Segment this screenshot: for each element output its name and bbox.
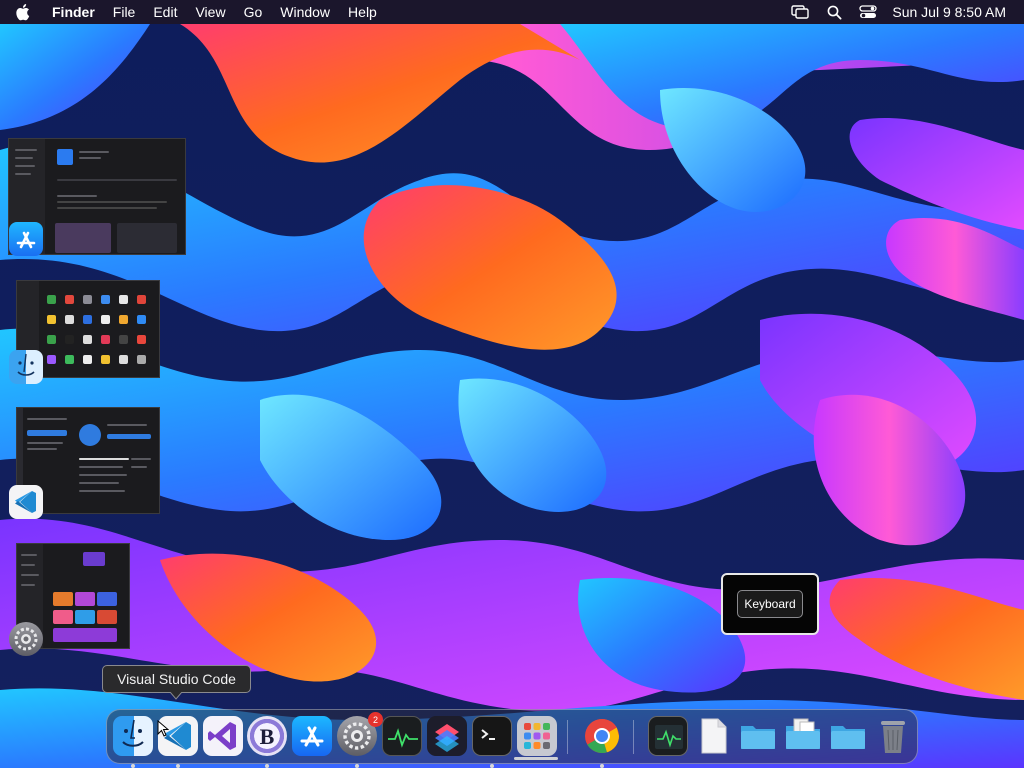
notification-badge: 2 [368, 712, 383, 727]
dock-item-downloads[interactable] [783, 716, 823, 756]
dock-item-shortcuts[interactable] [427, 716, 467, 756]
tooltip-pointer [170, 692, 182, 700]
apple-menu-icon[interactable] [16, 2, 36, 22]
dock-item-folder-2[interactable] [828, 716, 868, 756]
keyboard-button[interactable]: Keyboard [737, 590, 803, 618]
mouse-pointer-icon [157, 720, 169, 737]
running-indicator [176, 764, 180, 768]
running-indicator [131, 764, 135, 768]
menu-edit[interactable]: Edit [153, 0, 177, 24]
downloads-folder-icon [783, 716, 823, 756]
shortcuts-icon [427, 716, 467, 756]
dock-item-bbedit[interactable]: B [247, 716, 287, 768]
launchpad-icon [517, 716, 557, 756]
finder-icon [113, 716, 153, 756]
dock-item-folder-1[interactable] [738, 716, 778, 756]
menu-go[interactable]: Go [244, 0, 263, 24]
desktop-wallpaper [0, 0, 1024, 768]
keyboard-viewer-hud: Keyboard [721, 573, 819, 635]
system-settings-icon [9, 622, 43, 656]
dock-item-visual-studio[interactable] [203, 716, 243, 756]
bbedit-icon: B [247, 716, 287, 756]
menu-help[interactable]: Help [348, 0, 377, 24]
dock-item-document[interactable] [693, 716, 733, 756]
activity-monitor-window-icon [648, 716, 688, 756]
dock-item-finder[interactable] [113, 716, 153, 768]
dock-item-minimized-window[interactable] [648, 716, 688, 756]
dock-item-terminal[interactable] [472, 716, 512, 768]
visual-studio-icon [203, 716, 243, 756]
svg-text:B: B [260, 724, 275, 749]
running-indicator [355, 764, 359, 768]
activity-monitor-icon [382, 716, 422, 756]
terminal-icon [472, 716, 512, 756]
dock-tooltip: Visual Studio Code [102, 665, 251, 693]
dock-item-system-settings[interactable]: 2 [337, 712, 383, 768]
menu-window[interactable]: Window [280, 0, 330, 24]
folder-icon [738, 716, 778, 756]
menu-file[interactable]: File [113, 0, 136, 24]
folder-icon [828, 716, 868, 756]
menu-view[interactable]: View [195, 0, 225, 24]
dock-separator [633, 720, 634, 754]
document-icon [693, 716, 733, 756]
menu-bar-extras: Sun Jul 9 8:50 AM [790, 0, 1024, 24]
menu-bar-clock[interactable]: Sun Jul 9 8:50 AM [892, 4, 1006, 20]
running-indicator [600, 764, 604, 768]
app-store-icon [292, 716, 332, 756]
app-store-icon [9, 222, 43, 256]
dock-item-chrome[interactable] [582, 716, 622, 768]
dock-item-app-store[interactable] [292, 716, 332, 756]
vscode-icon [9, 485, 43, 519]
screen-mirroring-icon[interactable] [790, 2, 810, 22]
dock-item-launchpad[interactable] [517, 716, 557, 756]
control-center-icon[interactable] [858, 2, 878, 22]
running-indicator [490, 764, 494, 768]
dock-item-trash[interactable] [873, 716, 913, 756]
dock-separator [567, 720, 568, 754]
dock-scroll-indicator [514, 757, 558, 760]
finder-icon [9, 350, 43, 384]
dock: B 2 [106, 709, 918, 768]
trash-icon [873, 716, 913, 756]
menu-bar: Finder File Edit View Go Window Help Sun… [0, 0, 1024, 24]
dock-item-activity-monitor[interactable] [382, 716, 422, 756]
running-indicator [265, 764, 269, 768]
chrome-icon [582, 716, 622, 756]
spotlight-search-icon[interactable] [824, 2, 844, 22]
menu-app-name[interactable]: Finder [52, 0, 95, 24]
